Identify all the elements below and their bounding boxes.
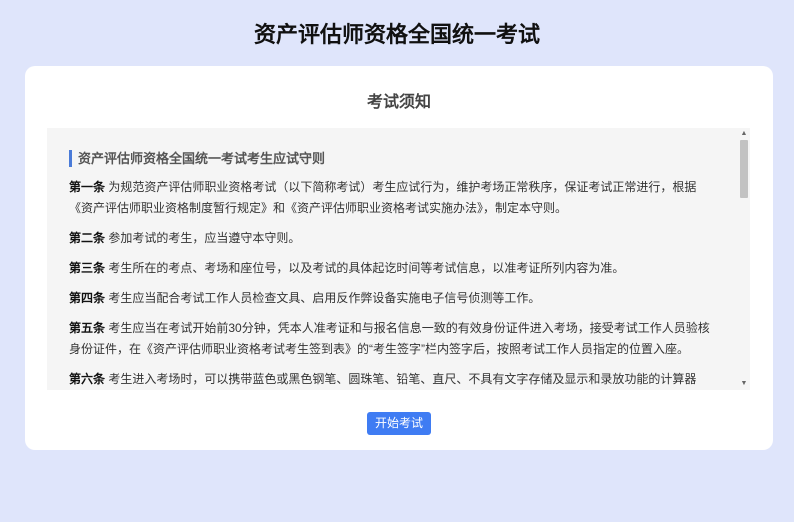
- article-label: 第二条: [69, 231, 106, 245]
- article-label: 第一条: [69, 180, 106, 194]
- start-exam-button[interactable]: 开始考试: [367, 412, 431, 435]
- notice-scroll-area[interactable]: 资产评估师资格全国统一考试考生应试守则 第一条 为规范资产评估师职业资格考试（以…: [47, 128, 750, 390]
- article-text: 为规范资产评估师职业资格考试（以下简称考试）考生应试行为，维护考场正常秩序，保证…: [69, 180, 697, 215]
- article-text: 考生进入考场时，可以携带蓝色或黑色钢笔、圆珠笔、铅笔、直尺、不具有文字存储及显示…: [105, 372, 697, 386]
- article-2: 第二条 参加考试的考生，应当遵守本守则。: [69, 228, 719, 249]
- card-title: 考试须知: [366, 94, 431, 111]
- page-title: 资产评估师资格全国统一考试: [253, 22, 540, 47]
- notice-content: 资产评估师资格全国统一考试考生应试守则 第一条 为规范资产评估师职业资格考试（以…: [69, 150, 719, 390]
- article-label: 第四条: [69, 291, 106, 305]
- article-label: 第六条: [69, 372, 106, 386]
- exam-notice-card: 考试须知 资产评估师资格全国统一考试考生应试守则 第一条 为规范资产评估师职业资…: [25, 66, 773, 450]
- article-text: 考生所在的考点、考场和座位号，以及考试的具体起讫时间等考试信息，以准考证所列内容…: [105, 261, 625, 275]
- article-4: 第四条 考生应当配合考试工作人员检查文具、启用反作弊设备实施电子信号侦测等工作。: [69, 288, 719, 309]
- section-heading: 资产评估师资格全国统一考试考生应试守则: [69, 150, 719, 167]
- article-label: 第三条: [69, 261, 106, 275]
- scroll-up-arrow-icon[interactable]: ▲: [738, 128, 750, 140]
- vertical-scrollbar[interactable]: ▲ ▼: [738, 128, 750, 390]
- scroll-thumb[interactable]: [740, 140, 748, 198]
- article-1: 第一条 为规范资产评估师职业资格考试（以下简称考试）考生应试行为，维护考场正常秩…: [69, 177, 719, 219]
- article-6: 第六条 考生进入考场时，可以携带蓝色或黑色钢笔、圆珠笔、铅笔、直尺、不具有文字存…: [69, 369, 719, 390]
- article-text: 考生应当在考试开始前30分钟，凭本人准考证和与报名信息一致的有效身份证件进入考场…: [69, 321, 710, 356]
- scroll-down-arrow-icon[interactable]: ▼: [738, 378, 750, 390]
- article-text: 考生应当配合考试工作人员检查文具、启用反作弊设备实施电子信号侦测等工作。: [105, 291, 541, 305]
- article-label: 第五条: [69, 321, 106, 335]
- article-text: 参加考试的考生，应当遵守本守则。: [105, 231, 301, 245]
- article-5: 第五条 考生应当在考试开始前30分钟，凭本人准考证和与报名信息一致的有效身份证件…: [69, 318, 719, 360]
- article-3: 第三条 考生所在的考点、考场和座位号，以及考试的具体起讫时间等考试信息，以准考证…: [69, 258, 719, 279]
